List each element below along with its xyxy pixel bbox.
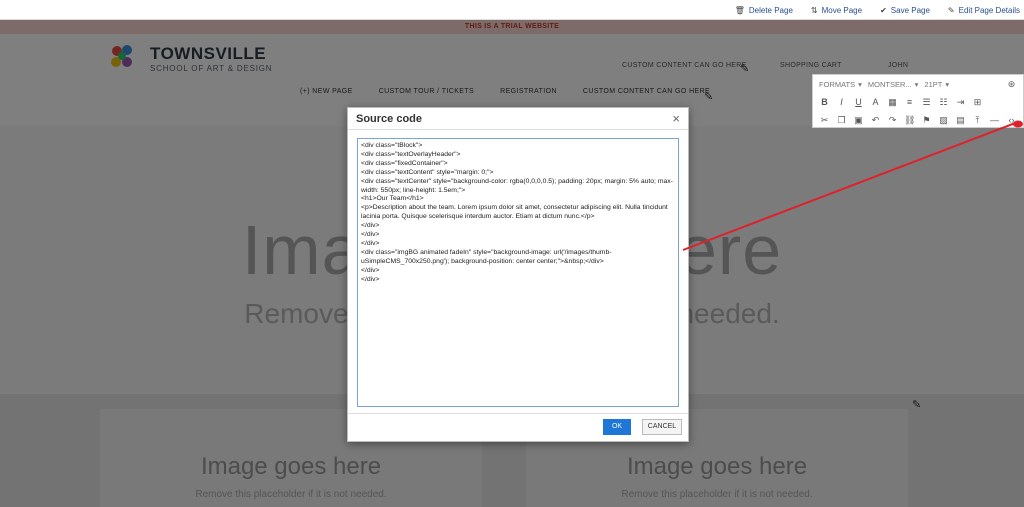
admin-topbar: 🗑 Delete Page ⇅ Move Page ✔ Save Page ✎ …: [0, 0, 1024, 20]
binoculars-icon[interactable]: ⊛: [1006, 79, 1017, 90]
indent-icon[interactable]: ⇥: [955, 97, 966, 108]
toolbar-row-3: ✂ ❐ ▣ ↶ ↷ ⛓ ⚑ ▨ ▤ ⤒ — ‹›: [813, 111, 1023, 129]
cancel-button[interactable]: CANCEL: [642, 419, 682, 435]
link-icon[interactable]: ⛓: [904, 115, 915, 126]
toolbar-row-1: FORMATS ▾ MONTSER... ▾ 21PT ▾ ⊛: [813, 75, 1023, 93]
dialog-footer: OK CANCEL: [348, 413, 688, 441]
ok-button[interactable]: OK: [603, 419, 631, 435]
chevron-down-icon: ▾: [858, 79, 862, 89]
image-icon[interactable]: ▨: [938, 115, 949, 126]
delete-page-button[interactable]: 🗑 Delete Page: [735, 6, 793, 15]
copy-icon[interactable]: ❐: [836, 115, 847, 126]
code-line: <div class="tBlock">: [361, 142, 423, 149]
dialog-title: Source code: [356, 113, 423, 125]
move-page-label: Move Page: [821, 5, 863, 15]
italic-icon[interactable]: I: [836, 97, 847, 107]
code-line: <h1>Our Team</h1>: [361, 195, 424, 203]
underline-icon[interactable]: U: [853, 97, 864, 107]
source-code-textarea[interactable]: <div class="tBlock"> <div class="textOver…: [357, 138, 679, 407]
align-icon[interactable]: ≡: [904, 97, 915, 107]
font-family-dropdown[interactable]: MONTSER... ▾: [868, 80, 919, 89]
code-line: </div>: [361, 231, 380, 239]
code-line: </div>: [361, 275, 380, 283]
source-code-dialog: Source code × <div class="tBlock"> <div c…: [347, 107, 689, 442]
edit-page-details-button[interactable]: ✎ Edit Page Details: [948, 6, 1020, 15]
code-line: </div>: [361, 222, 380, 230]
cut-icon[interactable]: ✂: [819, 115, 830, 126]
save-page-label: Save Page: [890, 5, 930, 15]
code-line: <div class="textCenter" style="backgroun…: [361, 177, 673, 194]
code-line: <p>Description about the team. Lorem ips…: [361, 204, 668, 221]
paste-icon[interactable]: ▣: [853, 115, 864, 126]
font-size-dropdown[interactable]: 21PT ▾: [924, 80, 949, 89]
trash-icon: 🗑: [734, 5, 745, 15]
page-root: 🗑 Delete Page ⇅ Move Page ✔ Save Page ✎ …: [0, 0, 1024, 507]
code-line: <div class="imgBG animated fadeIn" style…: [361, 248, 612, 265]
font-size-label: 21PT: [924, 79, 943, 89]
delete-page-label: Delete Page: [748, 5, 793, 15]
formats-label: FORMATS: [819, 79, 856, 89]
background-color-icon[interactable]: ▦: [887, 97, 898, 108]
horizontal-rule-icon[interactable]: —: [989, 115, 1000, 125]
editor-toolbar: FORMATS ▾ MONTSER... ▾ 21PT ▾ ⊛ B I U A ▦ ≡…: [812, 74, 1024, 128]
code-line: <div class="textOverlayHeader">: [361, 150, 461, 158]
undo-icon[interactable]: ↶: [870, 115, 881, 126]
media-icon[interactable]: ▤: [955, 115, 966, 126]
move-icon: ⇅: [810, 5, 818, 15]
code-line: </div>: [361, 239, 380, 247]
source-code-icon[interactable]: ‹›: [1006, 115, 1017, 125]
save-page-button[interactable]: ✔ Save Page: [880, 6, 930, 15]
toolbar-row-2: B I U A ▦ ≡ ☰ ☷ ⇥ ⊞: [813, 93, 1023, 111]
font-label: MONTSER...: [867, 79, 912, 89]
topbar-actions: 🗑 Delete Page ⇅ Move Page ✔ Save Page ✎ …: [735, 0, 1024, 20]
code-line: <div class="textContent" style="margin: …: [361, 168, 494, 176]
edit-page-details-label: Edit Page Details: [958, 5, 1020, 15]
chevron-down-icon: ▾: [914, 79, 919, 89]
bullet-list-icon[interactable]: ☰: [921, 97, 932, 108]
text-color-icon[interactable]: A: [870, 97, 881, 107]
chevron-down-icon: ▾: [945, 79, 950, 89]
table-icon[interactable]: ⊞: [972, 97, 983, 108]
check-circle-icon: ✔: [880, 5, 887, 15]
edit-icon: ✎: [947, 5, 955, 15]
upload-icon[interactable]: ⤒: [972, 115, 983, 126]
code-line: </div>: [361, 266, 380, 274]
numbered-list-icon[interactable]: ☷: [938, 97, 949, 108]
move-page-button[interactable]: ⇅ Move Page: [811, 6, 862, 15]
bookmark-icon[interactable]: ⚑: [921, 115, 932, 126]
bold-icon[interactable]: B: [819, 97, 830, 107]
close-icon[interactable]: ×: [672, 111, 680, 126]
dialog-header: Source code ×: [348, 108, 688, 130]
formats-dropdown[interactable]: FORMATS ▾: [819, 80, 862, 89]
redo-icon[interactable]: ↷: [887, 115, 898, 126]
code-line: <div class="fixedContainer">: [361, 159, 448, 167]
